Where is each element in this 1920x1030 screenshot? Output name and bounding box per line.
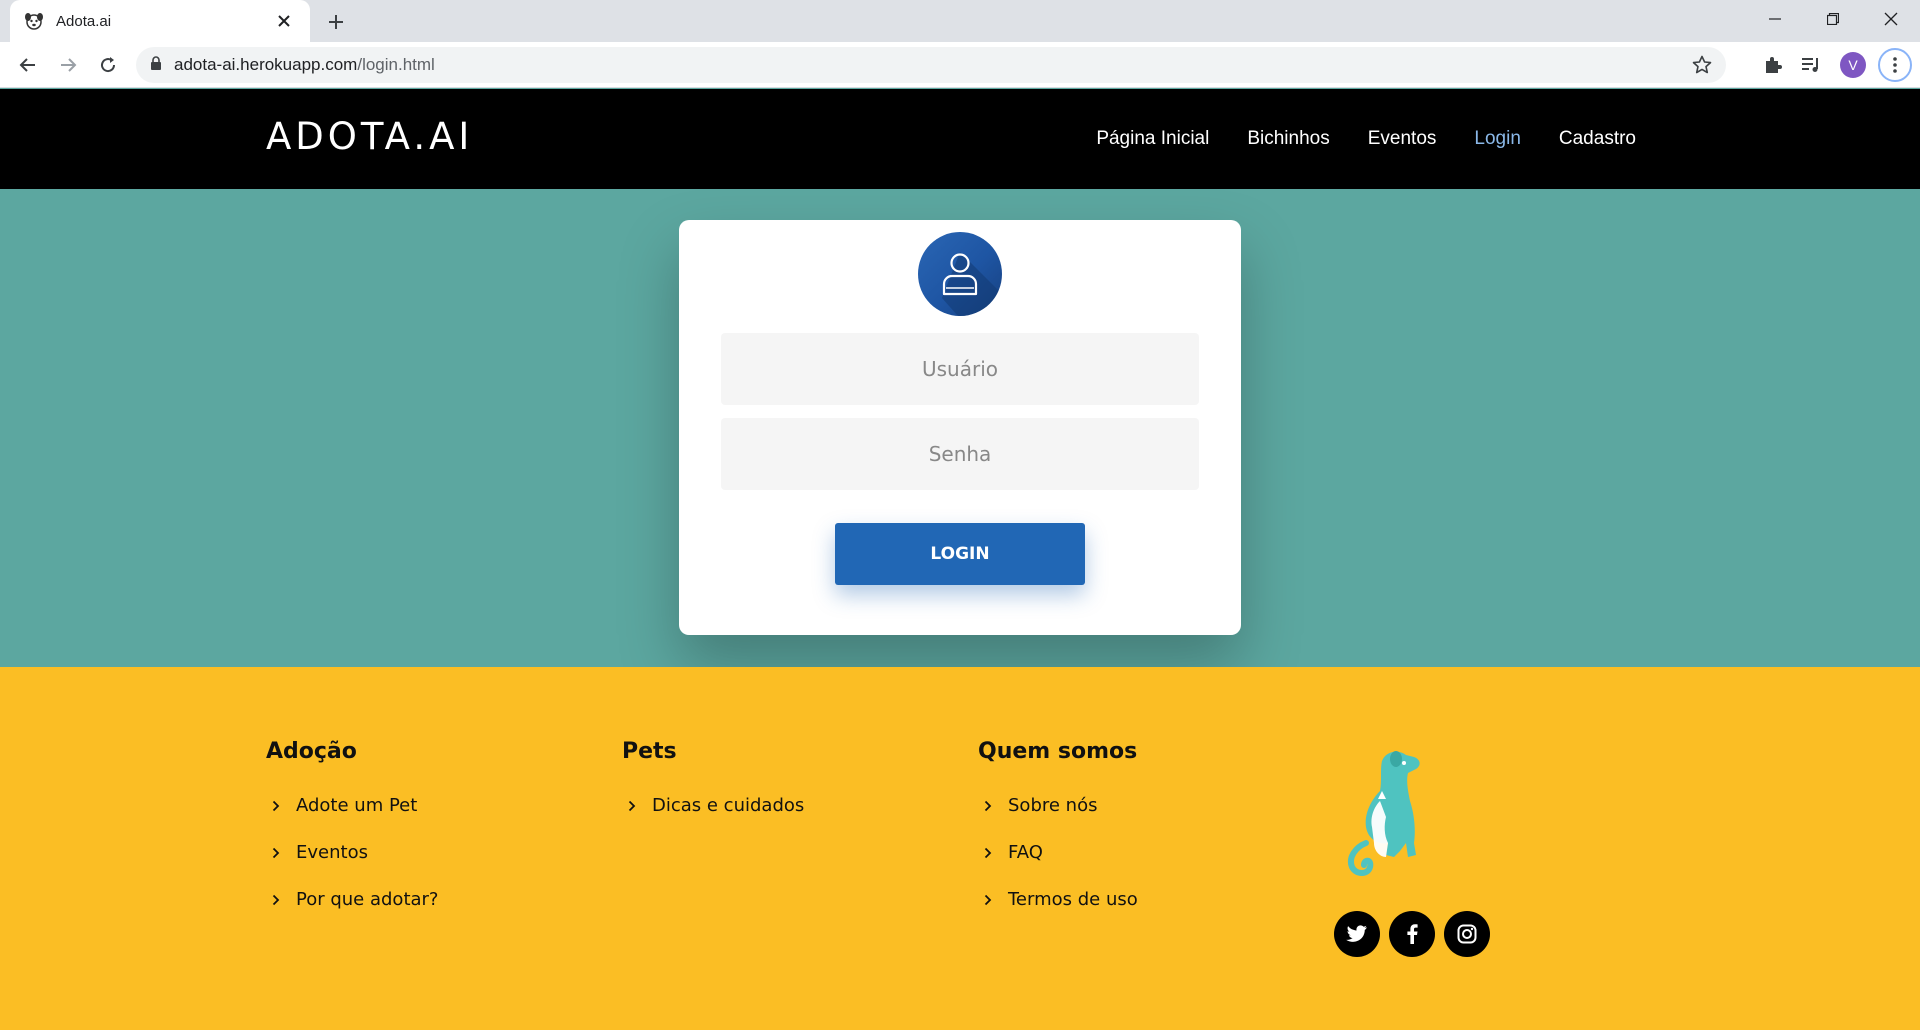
footer-link-faq[interactable]: FAQ [978, 829, 1138, 876]
nav-link-pagina-inicial[interactable]: Página Inicial [1096, 128, 1209, 150]
footer-link-label: Termos de uso [1008, 889, 1138, 910]
footer-link-sobre-nos[interactable]: Sobre nós [978, 782, 1138, 829]
footer-title-adocao: Adoção [266, 739, 357, 764]
nav-links: Página Inicial Bichinhos Eventos Login C… [1058, 89, 1636, 189]
tab-title: Adota.ai [56, 12, 112, 30]
forward-button[interactable] [52, 49, 84, 81]
login-card: LOGIN [679, 220, 1241, 635]
footer-link-label: FAQ [1008, 842, 1043, 863]
chevron-right-icon [272, 846, 286, 860]
chevron-right-icon [984, 893, 998, 907]
address-bar[interactable]: adota-ai.herokuapp.com/login.html [136, 47, 1726, 83]
lock-icon [150, 55, 162, 75]
profile-avatar[interactable]: V [1840, 52, 1866, 78]
chevron-right-icon [984, 799, 998, 813]
profile-initial: V [1848, 57, 1858, 73]
chevron-right-icon [272, 799, 286, 813]
chevron-right-icon [272, 893, 286, 907]
media-control-icon[interactable] [1798, 52, 1824, 78]
url-host: adota-ai.herokuapp.com [174, 55, 358, 74]
username-input[interactable] [721, 333, 1199, 405]
facebook-icon[interactable] [1389, 911, 1435, 957]
footer-title-quem-somos: Quem somos [978, 739, 1138, 764]
footer-column-quem-somos: Quem somos Sobre nós FAQ Termos de uso [978, 739, 1138, 923]
footer-link-eventos[interactable]: Eventos [266, 829, 439, 876]
dog-and-cat-logo-icon [1334, 747, 1426, 879]
footer-link-por-que-adotar[interactable]: Por que adotar? [266, 876, 439, 923]
social-links [1334, 911, 1499, 957]
footer-link-dicas-e-cuidados[interactable]: Dicas e cuidados [622, 782, 804, 829]
login-section: LOGIN [0, 189, 1920, 667]
site-footer: Adoção Adote um Pet Eventos Por que adot… [0, 667, 1920, 1030]
brand-logo[interactable]: ADOTA.AI [266, 115, 473, 158]
browser-toolbar: adota-ai.herokuapp.com/login.html V [0, 42, 1920, 88]
footer-link-label: Sobre nós [1008, 795, 1098, 816]
nav-link-cadastro[interactable]: Cadastro [1559, 128, 1636, 150]
chevron-right-icon [628, 799, 642, 813]
tab-close-icon[interactable] [272, 9, 296, 33]
footer-column-pets: Pets Dicas e cuidados [622, 739, 804, 829]
footer-link-label: Adote um Pet [296, 795, 418, 816]
bookmark-star-icon[interactable] [1692, 55, 1712, 75]
dog-favicon-icon [24, 11, 44, 31]
nav-link-eventos[interactable]: Eventos [1368, 128, 1437, 150]
footer-link-label: Dicas e cuidados [652, 795, 805, 816]
footer-link-label: Eventos [296, 842, 368, 863]
footer-link-termos-de-uso[interactable]: Termos de uso [978, 876, 1138, 923]
minimize-button[interactable] [1746, 0, 1804, 38]
footer-link-label: Por que adotar? [296, 889, 439, 910]
chevron-right-icon [984, 846, 998, 860]
restore-button[interactable] [1804, 0, 1862, 38]
nav-link-bichinhos[interactable]: Bichinhos [1247, 128, 1329, 150]
twitter-icon[interactable] [1334, 911, 1380, 957]
url-path: /login.html [357, 55, 435, 74]
new-tab-button[interactable] [322, 8, 350, 36]
footer-title-pets: Pets [622, 739, 677, 764]
user-avatar-icon [918, 232, 1002, 316]
login-button[interactable]: LOGIN [835, 523, 1085, 585]
browser-menu-button[interactable] [1878, 48, 1912, 82]
footer-link-adote-um-pet[interactable]: Adote um Pet [266, 782, 439, 829]
nav-link-login[interactable]: Login [1474, 128, 1521, 150]
browser-tab[interactable]: Adota.ai [10, 0, 310, 42]
reload-button[interactable] [92, 49, 124, 81]
close-window-button[interactable] [1862, 0, 1920, 38]
back-button[interactable] [12, 49, 44, 81]
password-input[interactable] [721, 418, 1199, 490]
browser-tabstrip: Adota.ai [0, 0, 1920, 42]
instagram-icon[interactable] [1444, 911, 1490, 957]
footer-column-adocao: Adoção Adote um Pet Eventos Por que adot… [266, 739, 439, 923]
site-navbar: ADOTA.AI Página Inicial Bichinhos Evento… [0, 89, 1920, 189]
extensions-puzzle-icon[interactable] [1760, 52, 1786, 78]
